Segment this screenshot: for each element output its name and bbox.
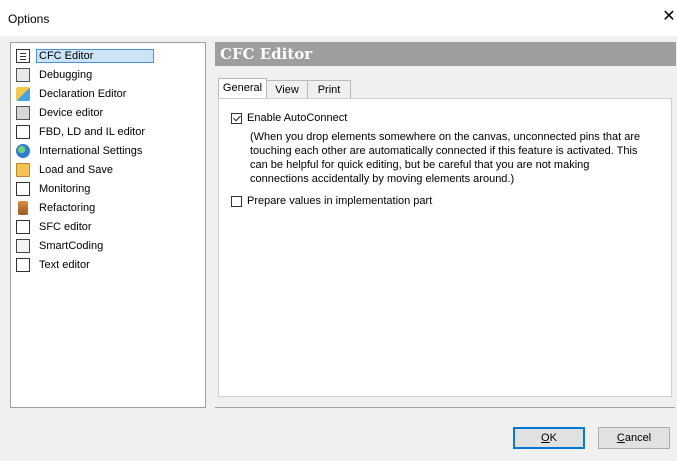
tree-item-smartcoding[interactable]: SmartCoding [16,237,106,255]
tree-item-label: Device editor [39,107,104,119]
ok-button[interactable]: OK [513,427,585,449]
tree-item-label: Refactoring [39,202,96,214]
page-title: CFC Editor [215,42,676,66]
debugging-icon [16,68,30,82]
close-icon[interactable]: ✕ [661,6,677,28]
tree-item-monitoring[interactable]: Monitoring [16,180,93,198]
window-title: Options [8,12,50,26]
tree-item-label: International Settings [39,145,143,157]
cancel-button[interactable]: Cancel [598,427,670,449]
smartcoding-icon [16,239,30,253]
tree-item-label: FBD, LD and IL editor [39,126,145,138]
tab-print[interactable]: Print [307,80,351,99]
monitoring-icon [16,182,30,196]
tree-item-fbd-ld-il-editor[interactable]: FBD, LD and IL editor [16,123,148,141]
declaration-editor-icon [16,87,30,101]
tree-item-label: Debugging [39,69,93,81]
enable-autoconnect-checkbox[interactable] [231,113,242,124]
text-editor-icon [16,258,30,272]
cancel-label-rest: ancel [624,432,652,444]
options-category-tree[interactable]: CFC Editor Debugging Declaration Editor … [10,42,206,408]
tree-item-label: SFC editor [39,221,92,233]
tab-general[interactable]: General [218,78,267,98]
enable-autoconnect-label[interactable]: Enable AutoConnect [247,112,347,124]
tree-item-label: SmartCoding [39,240,104,252]
globe-icon [16,144,30,158]
autoconnect-description: (When you drop elements somewhere on the… [250,131,641,185]
tree-item-load-and-save[interactable]: Load and Save [16,161,116,179]
device-editor-icon [16,106,30,120]
tree-item-text-editor[interactable]: Text editor [16,256,93,274]
cfc-editor-icon [16,49,30,63]
folder-icon [16,163,30,177]
cancel-mnemonic: C [616,432,625,444]
tree-item-international-settings[interactable]: International Settings [16,142,145,160]
prepare-values-checkbox[interactable] [231,196,242,207]
tree-item-cfc-editor[interactable]: CFC Editor [16,47,155,65]
tree-item-device-editor[interactable]: Device editor [16,104,106,122]
tree-item-label: Monitoring [39,183,91,195]
tab-view[interactable]: View [266,80,308,99]
tree-item-label: Text editor [39,259,90,271]
tree-item-declaration-editor[interactable]: Declaration Editor [16,85,129,103]
prepare-values-label[interactable]: Prepare values in implementation part [247,195,432,207]
tree-item-label: CFC Editor [36,49,155,63]
sfc-editor-icon [16,220,30,234]
divider [215,407,675,408]
tree-item-debugging[interactable]: Debugging [16,66,95,84]
tree-item-refactoring[interactable]: Refactoring [16,199,98,217]
ok-label-rest: K [549,432,557,444]
tree-item-label: Load and Save [39,164,114,176]
fbd-ld-il-editor-icon [16,125,30,139]
title-bar: Options ✕ [0,0,677,36]
tree-item-label: Declaration Editor [39,88,127,100]
refactoring-icon [18,201,28,215]
ok-mnemonic: O [541,432,550,444]
tree-item-sfc-editor[interactable]: SFC editor [16,218,95,236]
